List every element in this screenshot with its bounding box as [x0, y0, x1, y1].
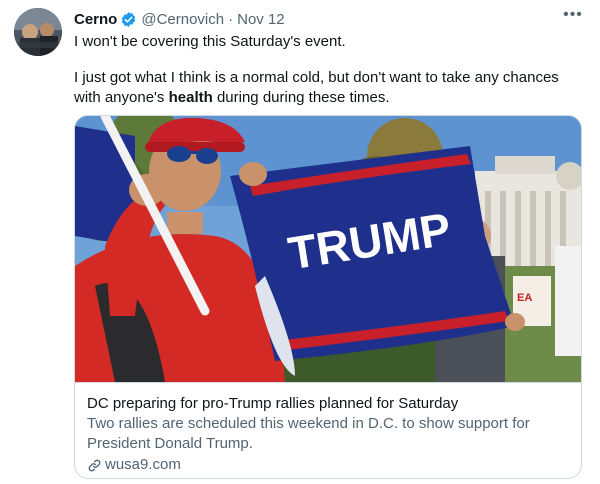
card-domain-text: wusa9.com	[105, 456, 181, 473]
tweet-header: Cerno @Cernovich · Nov 12	[74, 9, 285, 29]
avatar[interactable]	[14, 8, 62, 56]
verified-badge-icon	[120, 11, 137, 28]
tweet-text-bold: health	[168, 89, 213, 106]
tweet-text: I won't be covering this Saturday's even…	[74, 32, 574, 108]
separator: ·	[228, 10, 234, 28]
more-options-icon[interactable]: •••	[562, 7, 584, 26]
card-description: Two rallies are scheduled this weekend i…	[87, 415, 530, 452]
tweet-date[interactable]: Nov 12	[237, 11, 285, 28]
tweet-line-2: I just got what I think is a normal cold…	[74, 68, 574, 108]
card-image: EA TRUMP	[75, 116, 581, 382]
tweet-line-1: I won't be covering this Saturday's even…	[74, 33, 346, 50]
tweet[interactable]: Cerno @Cernovich · Nov 12 ••• I won't be…	[0, 0, 600, 484]
svg-text:EA: EA	[517, 292, 532, 304]
link-icon	[88, 459, 101, 471]
card-body[interactable]: DC preparing for pro-Trump rallies plann…	[75, 382, 581, 478]
author-name[interactable]: Cerno	[74, 11, 117, 28]
link-card[interactable]: EA TRUMP DC preparing for pro-Trump rall…	[74, 115, 582, 479]
tweet-text-part: during during these times.	[212, 89, 390, 106]
card-title[interactable]: DC preparing for pro-Trump rallies plann…	[87, 394, 458, 414]
author-handle[interactable]: @Cernovich	[141, 11, 224, 28]
card-domain[interactable]: wusa9.com	[87, 455, 181, 475]
